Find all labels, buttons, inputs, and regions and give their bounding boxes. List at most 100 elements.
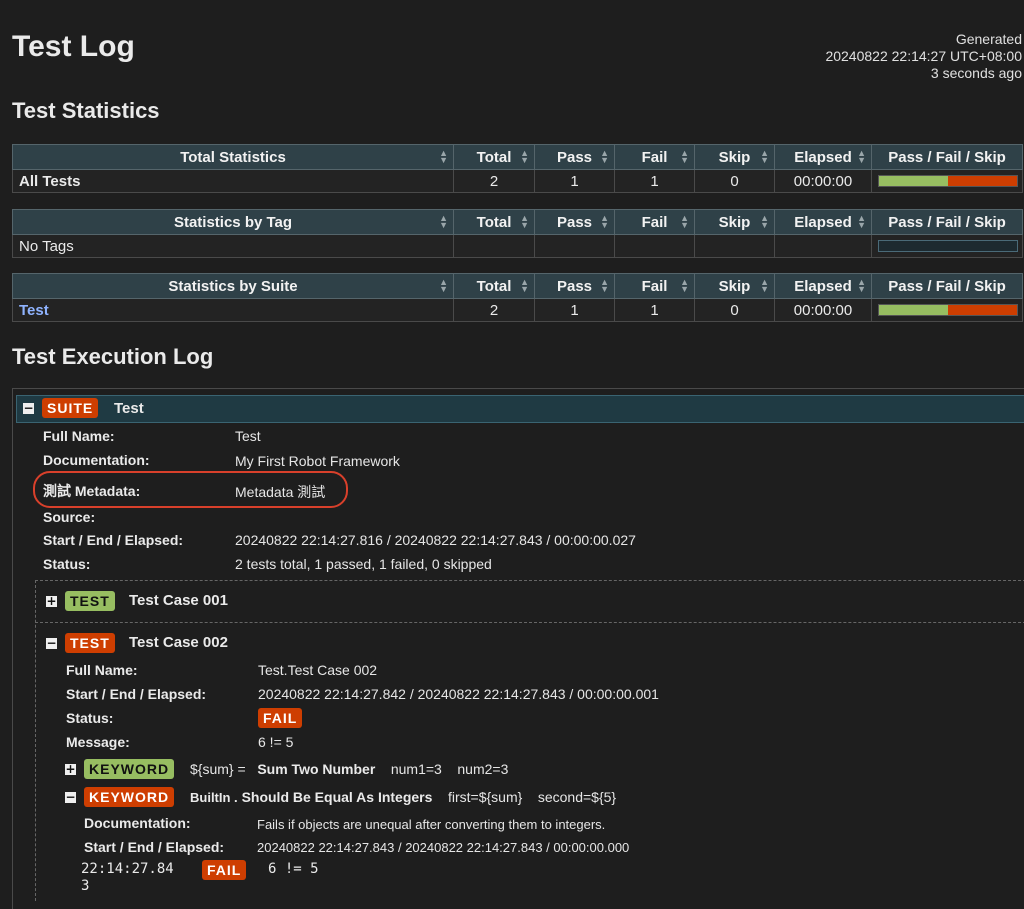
col-graph[interactable]: Pass / Fail / Skip xyxy=(871,273,1023,299)
sort-icon: ▲ ▼ xyxy=(439,213,448,230)
keyword-doc: Fails if objects are unequal after conve… xyxy=(257,817,606,832)
suite-times-key: Start / End / Elapsed: xyxy=(43,532,184,548)
test-status-key: Status: xyxy=(66,710,114,726)
col-statistics-by-suite[interactable]: Statistics by Suite ▲ ▼ xyxy=(12,273,454,299)
sort-icon: ▲ ▼ xyxy=(520,277,529,294)
page-title: Test Log xyxy=(12,30,135,63)
row-elapsed: 00:00:00 xyxy=(774,169,872,193)
row-fail: 1 xyxy=(614,298,695,322)
sort-icon: ▲ ▼ xyxy=(760,277,769,294)
pass-segment xyxy=(879,305,948,315)
sort-icon: ▲ ▼ xyxy=(439,148,448,165)
suite-name: Test xyxy=(114,400,144,417)
row-skip: 0 xyxy=(694,298,775,322)
row-total: 2 xyxy=(453,169,535,193)
table-row: No Tags xyxy=(12,234,1023,258)
row-total: 2 xyxy=(453,298,535,322)
col-graph[interactable]: Pass / Fail / Skip xyxy=(871,144,1023,170)
col-statistics-by-tag[interactable]: Statistics by Tag ▲ ▼ xyxy=(12,209,454,235)
keyword-times: 20240822 22:14:27.843 / 20240822 22:14:2… xyxy=(257,840,630,855)
table-row[interactable]: Test 2 1 1 0 00:00:00 xyxy=(12,298,1023,322)
message-time-line2: 3 xyxy=(81,878,90,894)
sort-icon: ▲ ▼ xyxy=(600,213,609,230)
col-elapsed[interactable]: Elapsed ▲ ▼ xyxy=(774,209,872,235)
keyword-times-key: Start / End / Elapsed: xyxy=(84,839,225,855)
col-pass[interactable]: Pass ▲ ▼ xyxy=(534,209,615,235)
generated-label: Generated xyxy=(955,31,1022,47)
keyword-doc-key: Documentation: xyxy=(84,815,191,831)
suite-source-key: Source: xyxy=(43,509,96,525)
pass-segment xyxy=(879,176,948,186)
sort-icon: ▲ ▼ xyxy=(857,277,866,294)
col-total[interactable]: Total ▲ ▼ xyxy=(453,273,535,299)
col-pass[interactable]: Pass ▲ ▼ xyxy=(534,144,615,170)
suite-label: SUITE xyxy=(42,398,99,418)
row-graph xyxy=(871,298,1023,322)
suite-status: 2 tests total, 1 passed, 1 failed, 0 ski… xyxy=(235,556,492,572)
pass-fail-bar xyxy=(878,175,1018,187)
keyword-label: KEYWORD xyxy=(84,787,175,807)
expand-icon[interactable]: + xyxy=(46,595,57,607)
col-pass[interactable]: Pass ▲ ▼ xyxy=(534,273,615,299)
collapse-icon[interactable]: − xyxy=(46,637,57,649)
col-graph[interactable]: Pass / Fail / Skip xyxy=(871,209,1023,235)
col-fail[interactable]: Fail ▲ ▼ xyxy=(614,273,695,299)
statistics-heading: Test Statistics xyxy=(12,98,160,123)
sort-icon: ▲ ▼ xyxy=(760,213,769,230)
test-full-name: Test.Test Case 002 xyxy=(258,662,378,678)
col-elapsed[interactable]: Elapsed ▲ ▼ xyxy=(774,144,872,170)
col-elapsed[interactable]: Elapsed ▲ ▼ xyxy=(774,273,872,299)
expand-icon[interactable]: + xyxy=(65,763,76,775)
test-times: 20240822 22:14:27.842 / 20240822 22:14:2… xyxy=(258,686,659,702)
keyword-line[interactable]: BuiltIn . Should Be Equal As Integers fi… xyxy=(190,789,616,805)
empty-bar xyxy=(878,240,1018,252)
suite-full-name: Test xyxy=(235,428,261,444)
col-total[interactable]: Total ▲ ▼ xyxy=(453,209,535,235)
test-name[interactable]: Test Case 001 xyxy=(129,592,228,609)
col-skip[interactable]: Skip ▲ ▼ xyxy=(694,273,775,299)
generated-info: Generated 20240822 22:14:27 UTC+08:00 3 … xyxy=(825,31,1022,82)
test-name[interactable]: Test Case 002 xyxy=(129,634,228,651)
col-skip[interactable]: Skip ▲ ▼ xyxy=(694,209,775,235)
suite-header[interactable] xyxy=(16,395,1024,423)
suite-times: 20240822 22:14:27.816 / 20240822 22:14:2… xyxy=(235,532,636,548)
sort-icon: ▲ ▼ xyxy=(439,277,448,294)
suite-statistics-table: Statistics by Suite ▲ ▼ Total ▲ ▼ Pass ▲ ▼ Fai… xyxy=(12,273,1023,322)
keyword-args: first=${sum} second=${5} xyxy=(447,789,617,805)
message-text: 6 != 5 xyxy=(268,861,319,877)
collapse-icon[interactable]: − xyxy=(23,402,34,414)
col-total-statistics[interactable]: Total Statistics ▲ ▼ xyxy=(12,144,454,170)
sort-icon: ▲ ▼ xyxy=(680,277,689,294)
keyword-label: KEYWORD xyxy=(84,759,175,779)
col-skip[interactable]: Skip ▲ ▼ xyxy=(694,144,775,170)
col-fail[interactable]: Fail ▲ ▼ xyxy=(614,144,695,170)
keyword-assign: ${sum} = xyxy=(190,761,246,777)
status-badge: FAIL xyxy=(258,708,303,728)
test-times-key: Start / End / Elapsed: xyxy=(66,686,207,702)
keyword-line[interactable]: ${sum} = Sum Two Number num1=3 num2=3 xyxy=(190,761,508,777)
test-message: 6 != 5 xyxy=(258,734,294,750)
suite-status-key: Status: xyxy=(43,556,91,572)
keyword-library: BuiltIn . xyxy=(190,790,238,805)
test-label: TEST xyxy=(65,591,115,611)
keyword-name: Sum Two Number xyxy=(257,761,376,777)
row-pass: 1 xyxy=(534,169,615,193)
sort-icon: ▲ ▼ xyxy=(680,213,689,230)
col-fail[interactable]: Fail ▲ ▼ xyxy=(614,209,695,235)
test-message-key: Message: xyxy=(66,734,130,750)
collapse-icon[interactable]: − xyxy=(65,791,76,803)
suite-link-test[interactable]: Test xyxy=(19,302,49,319)
generated-time: 20240822 22:14:27 UTC+08:00 xyxy=(825,48,1022,64)
divider xyxy=(35,622,1024,623)
sort-icon: ▲ ▼ xyxy=(760,148,769,165)
sort-icon: ▲ ▼ xyxy=(520,213,529,230)
keyword-name: Should Be Equal As Integers xyxy=(241,789,433,805)
col-total[interactable]: Total ▲ ▼ xyxy=(453,144,535,170)
generated-ago: 3 seconds ago xyxy=(930,65,1022,81)
table-row[interactable]: All Tests 2 1 1 0 00:00:00 xyxy=(12,169,1023,193)
pass-fail-bar xyxy=(878,304,1018,316)
suite-doc-key: Documentation: xyxy=(43,452,150,468)
suite-doc: My First Robot Framework xyxy=(235,453,400,469)
keyword-args: num1=3 num2=3 xyxy=(390,761,509,777)
sort-icon: ▲ ▼ xyxy=(857,148,866,165)
